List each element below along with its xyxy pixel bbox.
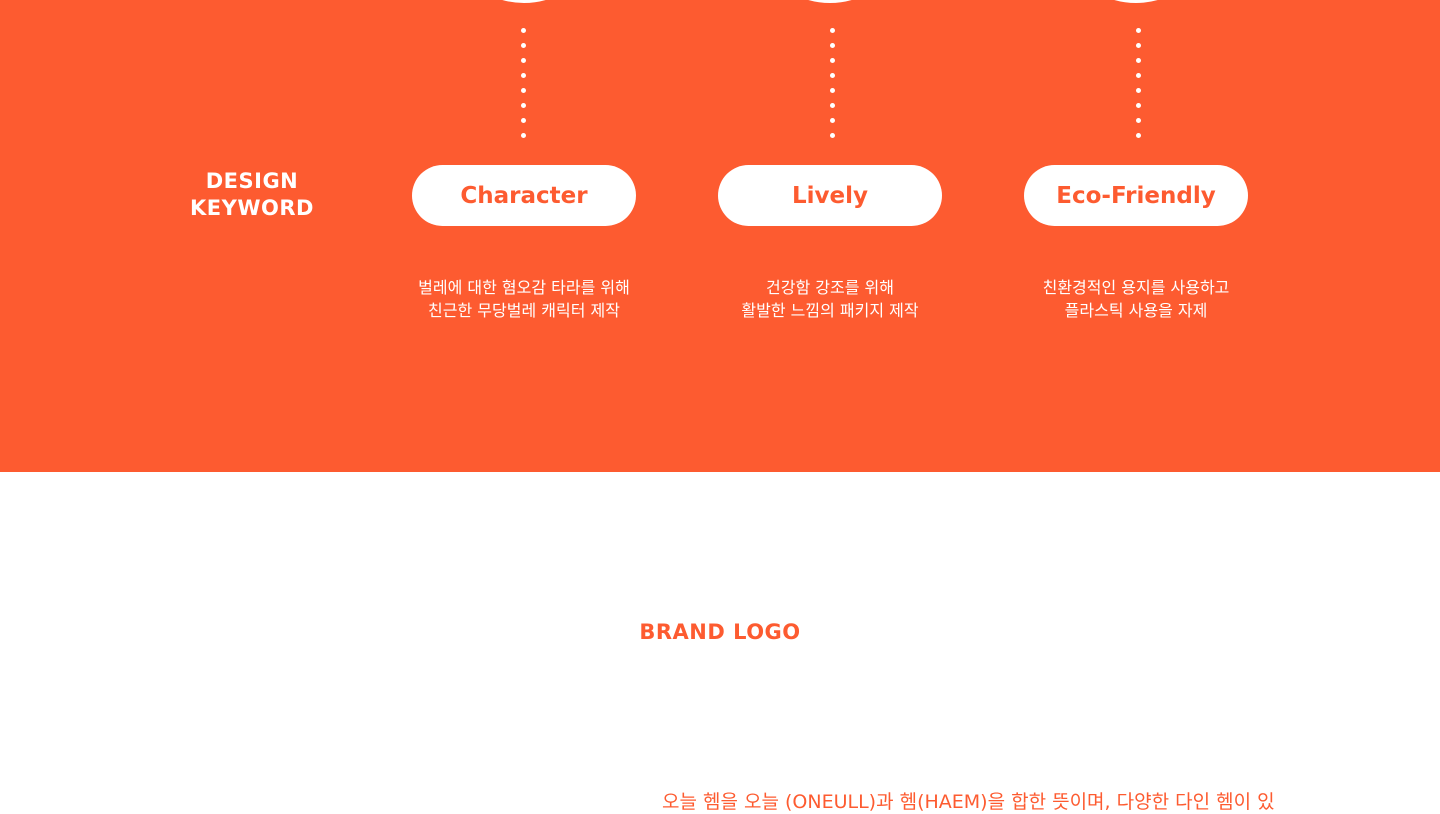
keyword-desc-eco-friendly: 친환경적인 용지를 사용하고 플라스틱 사용을 자제 (986, 276, 1286, 322)
brand-logo-description: 오늘 헴을 오늘 (ONEULL)과 헴(HAEM)을 합한 뜻이며, 다양한 … (662, 791, 1275, 813)
brand-logo-title: BRAND LOGO (639, 620, 801, 644)
design-keyword-label-line1: DESIGN (205, 169, 299, 193)
keyword-desc-lively: 건강함 강조를 위해 활발한 느낌의 패키지 제작 (680, 276, 980, 322)
keyword-desc-character: 벌레에 대한 혐오감 타라를 위해 친근한 무당벌레 캐릭터 제작 (374, 276, 674, 322)
dotted-connector-2 (830, 28, 836, 146)
keyword-circle-1 (444, 0, 604, 3)
keyword-pill-character-label: Character (460, 182, 588, 209)
keyword-circle-3 (1056, 0, 1216, 3)
keyword-desc-character-line2: 친근한 무당벌레 캐릭터 제작 (428, 301, 620, 320)
design-keyword-label-line2: KEYWORD (190, 196, 314, 220)
dotted-connector-3 (1136, 28, 1142, 146)
keyword-desc-lively-line2: 활발한 느낌의 패키지 제작 (741, 301, 919, 320)
keyword-pill-eco-friendly: Eco-Friendly (1024, 165, 1248, 226)
dotted-connector-1 (521, 28, 527, 146)
keyword-pill-lively-label: Lively (791, 182, 868, 209)
design-keyword-label: DESIGN KEYWORD (152, 168, 352, 222)
keyword-desc-character-line1: 벌레에 대한 혐오감 타라를 위해 (418, 278, 630, 297)
keyword-desc-eco-friendly-line1: 친환경적인 용지를 사용하고 (1042, 278, 1230, 297)
keyword-pill-character: Character (412, 165, 636, 226)
keyword-desc-eco-friendly-line2: 플라스틱 사용을 자제 (1064, 301, 1208, 320)
keyword-desc-lively-line1: 건강함 강조를 위해 (766, 278, 894, 297)
keyword-pill-eco-friendly-label: Eco-Friendly (1056, 182, 1216, 209)
keyword-pill-lively: Lively (718, 165, 942, 226)
keyword-circle-2 (750, 0, 910, 3)
design-keyword-section: DESIGN KEYWORD Character Lively Eco-Frie… (0, 0, 1440, 472)
